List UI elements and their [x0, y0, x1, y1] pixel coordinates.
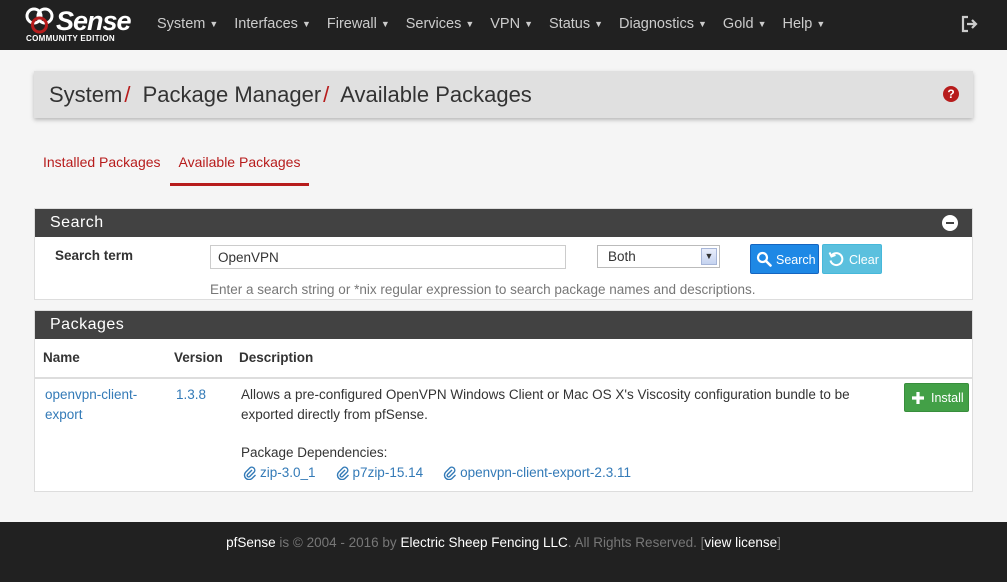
- undo-icon: [828, 252, 844, 267]
- caret-down-icon: ▼: [816, 19, 826, 30]
- pfsense-logo[interactable]: Sense COMMUNITY EDITION: [24, 6, 139, 46]
- caret-down-icon: ▼: [757, 19, 767, 30]
- nav-interfaces-label: Interfaces: [234, 16, 298, 32]
- breadcrumb: System/ Package Manager/ Available Packa…: [49, 82, 532, 108]
- nav-firewall[interactable]: Firewall ▼: [319, 0, 398, 50]
- caret-down-icon: ▼: [465, 19, 475, 30]
- nav-services[interactable]: Services ▼: [398, 0, 483, 50]
- logo-mark-icon: [25, 7, 54, 34]
- nav-status-label: Status: [549, 16, 591, 32]
- packages-panel-title: Packages: [35, 311, 972, 339]
- logo-subtitle: COMMUNITY EDITION: [26, 34, 115, 43]
- caret-down-icon: ▼: [380, 19, 390, 30]
- nav-gold[interactable]: Gold ▼: [715, 0, 775, 50]
- footer-license-link[interactable]: view license: [704, 535, 777, 550]
- footer-brand: pfSense: [226, 535, 276, 550]
- nav-status[interactable]: Status ▼: [541, 0, 611, 50]
- caret-down-icon: ▼: [698, 19, 707, 30]
- logo-text: Sense: [56, 6, 132, 36]
- search-panel-title: Search: [35, 209, 972, 237]
- package-version-link[interactable]: 1.3.8: [176, 385, 206, 405]
- install-button[interactable]: Install: [904, 383, 969, 412]
- nav-gold-label: Gold: [722, 16, 754, 32]
- dependency-name: openvpn-client-export-2.3.11: [460, 465, 631, 480]
- nav-services-label: Services: [405, 16, 462, 32]
- caret-down-icon: ▼: [594, 19, 604, 30]
- top-navbar: Sense COMMUNITY EDITION System ▼ Interfac…: [0, 0, 1007, 50]
- breadcrumb-package-manager[interactable]: Package Manager: [143, 82, 322, 107]
- dependency-link[interactable]: zip-3.0_1: [243, 465, 316, 480]
- footer: pfSense is © 2004 - 2016 by Electric She…: [0, 522, 1007, 582]
- footer-company-link[interactable]: Electric Sheep Fencing LLC: [400, 535, 567, 550]
- footer-text: is © 2004 - 2016 by: [275, 535, 401, 550]
- search-panel: Search Search term Both ▼ Search Clear E…: [34, 208, 973, 300]
- package-description: Allows a pre-configured OpenVPN Windows …: [241, 387, 850, 422]
- clear-button[interactable]: Clear: [822, 244, 882, 274]
- column-header-name: Name: [43, 350, 80, 365]
- dependency-name: zip-3.0_1: [260, 465, 316, 480]
- column-header-version: Version: [174, 350, 223, 365]
- table-header-divider: [35, 377, 972, 379]
- search-input[interactable]: [210, 245, 566, 269]
- nav-help-label: Help: [782, 16, 813, 32]
- paperclip-icon: [443, 466, 457, 480]
- nav-help[interactable]: Help ▼: [774, 0, 833, 50]
- footer-text: . All Rights Reserved. [: [567, 535, 705, 550]
- package-tabs: Installed Packages Available Packages: [34, 148, 310, 188]
- caret-down-icon: ▼: [209, 19, 219, 30]
- dependency-link[interactable]: openvpn-client-export-2.3.11: [443, 465, 631, 480]
- dependency-name: p7zip-15.14: [352, 465, 424, 480]
- clear-button-label: Clear: [849, 253, 879, 267]
- chevron-down-icon: ▼: [701, 248, 717, 265]
- dependency-link[interactable]: p7zip-15.14: [336, 465, 424, 480]
- paperclip-icon: [243, 466, 256, 480]
- paperclip-icon: [336, 466, 349, 480]
- search-scope-select[interactable]: Both ▼: [597, 245, 720, 268]
- package-name-link[interactable]: openvpn-client-export: [45, 385, 155, 425]
- nav-interfaces[interactable]: Interfaces ▼: [226, 0, 319, 50]
- search-button[interactable]: Search: [750, 244, 819, 274]
- package-dependencies-label: Package Dependencies:: [241, 445, 388, 460]
- search-icon: [756, 251, 772, 267]
- nav-vpn[interactable]: VPN ▼: [482, 0, 541, 50]
- tab-installed-packages[interactable]: Installed Packages: [34, 148, 170, 186]
- tab-available-packages[interactable]: Available Packages: [169, 148, 310, 186]
- nav-diagnostics-label: Diagnostics: [619, 16, 694, 32]
- nav-system[interactable]: System ▼: [149, 0, 226, 50]
- caret-down-icon: ▼: [301, 19, 311, 30]
- logout-icon[interactable]: [961, 15, 979, 33]
- search-term-label: Search term: [55, 248, 134, 263]
- caret-down-icon: ▼: [524, 19, 534, 30]
- plus-icon: [912, 392, 924, 404]
- main-menu: System ▼ Interfaces ▼ Firewall ▼ Services ▼ …: [149, 0, 833, 50]
- breadcrumb-separator: /: [124, 82, 131, 107]
- nav-system-label: System: [157, 16, 206, 32]
- search-scope-value: Both: [608, 249, 636, 264]
- breadcrumb-available-packages[interactable]: Available Packages: [340, 82, 532, 107]
- breadcrumb-system[interactable]: System: [49, 82, 122, 107]
- footer-text: ]: [777, 535, 781, 550]
- nav-diagnostics[interactable]: Diagnostics ▼: [611, 0, 715, 50]
- column-header-description: Description: [239, 350, 314, 365]
- install-button-label: Install: [931, 391, 964, 405]
- search-help-text: Enter a search string or *nix regular ex…: [210, 282, 756, 297]
- minus-circle-icon[interactable]: [942, 215, 958, 231]
- search-button-label: Search: [776, 253, 816, 267]
- package-dependencies: zip-3.0_1 p7zip-15.14 openvpn-client-exp…: [243, 465, 651, 480]
- packages-panel: Packages Name Version Description openvp…: [34, 310, 973, 492]
- page-header: System/ Package Manager/ Available Packa…: [34, 71, 973, 118]
- breadcrumb-separator: /: [323, 82, 330, 107]
- help-icon[interactable]: ?: [943, 86, 959, 102]
- nav-firewall-label: Firewall: [326, 16, 377, 32]
- nav-vpn-label: VPN: [490, 16, 521, 32]
